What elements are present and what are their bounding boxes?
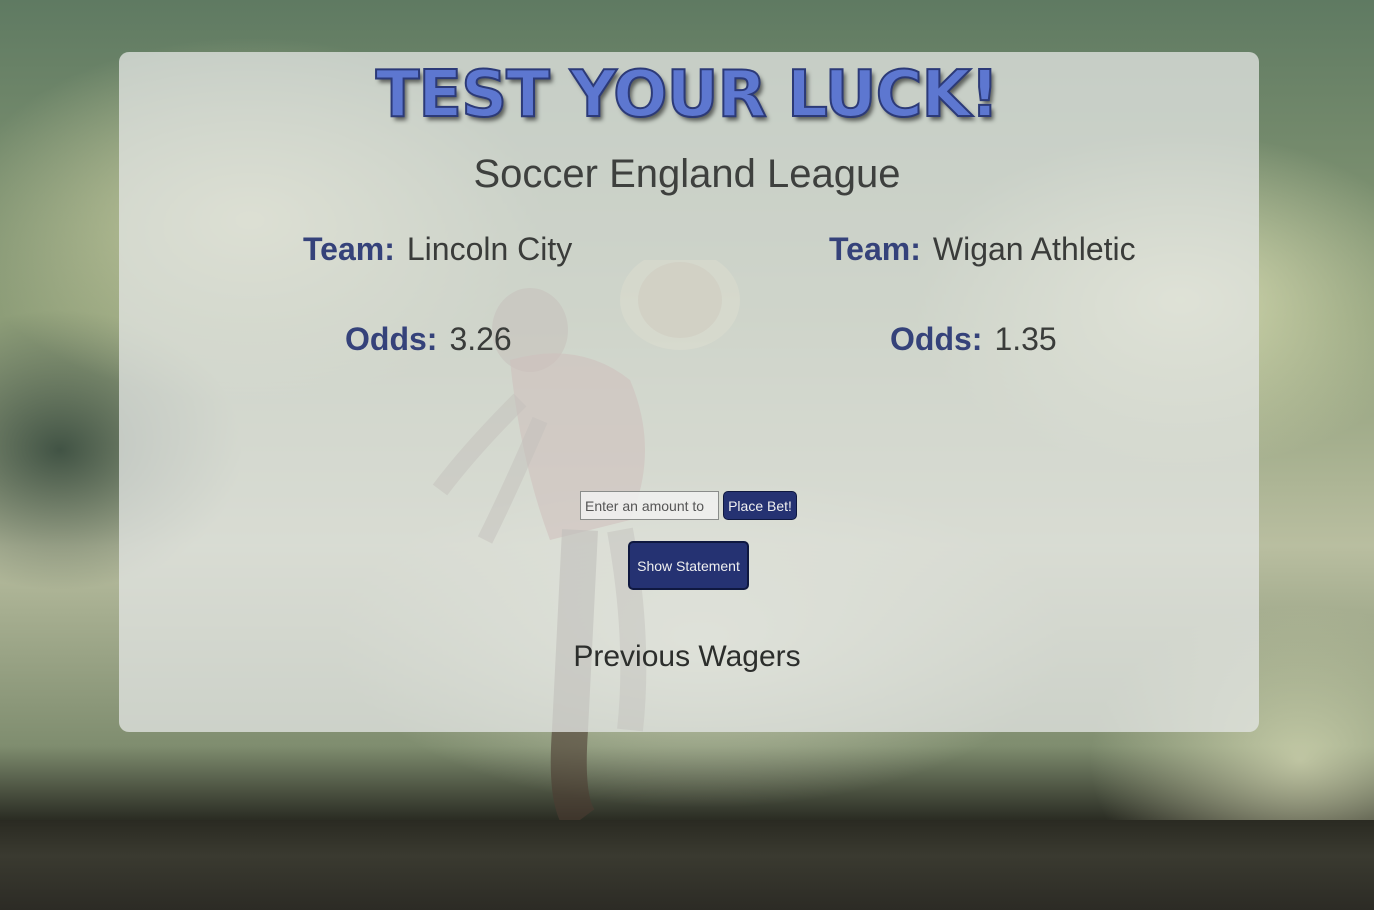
away-team-name: Wigan Athletic [932, 231, 1136, 267]
page-title: Test Your Luck! [375, 57, 1001, 133]
home-team: Team: Lincoln City [303, 230, 572, 268]
home-team-label: Team: [303, 231, 395, 267]
away-odds: Odds: 1.35 [890, 320, 1057, 358]
place-bet-button[interactable]: Place Bet! [723, 491, 797, 520]
home-odds-label: Odds: [345, 321, 438, 357]
away-team-label: Team: [829, 231, 921, 267]
home-odds-value: 3.26 [449, 321, 512, 357]
league-name: Soccer England League [473, 152, 901, 196]
previous-wagers-heading: Previous Wagers [573, 640, 801, 673]
away-odds-label: Odds: [890, 321, 983, 357]
show-statement-button[interactable]: Show Statement [628, 541, 749, 590]
away-odds-value: 1.35 [994, 321, 1057, 357]
ground [0, 820, 1374, 910]
home-odds: Odds: 3.26 [345, 320, 512, 358]
away-team: Team: Wigan Athletic [829, 230, 1136, 268]
home-team-name: Lincoln City [406, 231, 573, 267]
bet-amount-input[interactable] [580, 491, 719, 520]
